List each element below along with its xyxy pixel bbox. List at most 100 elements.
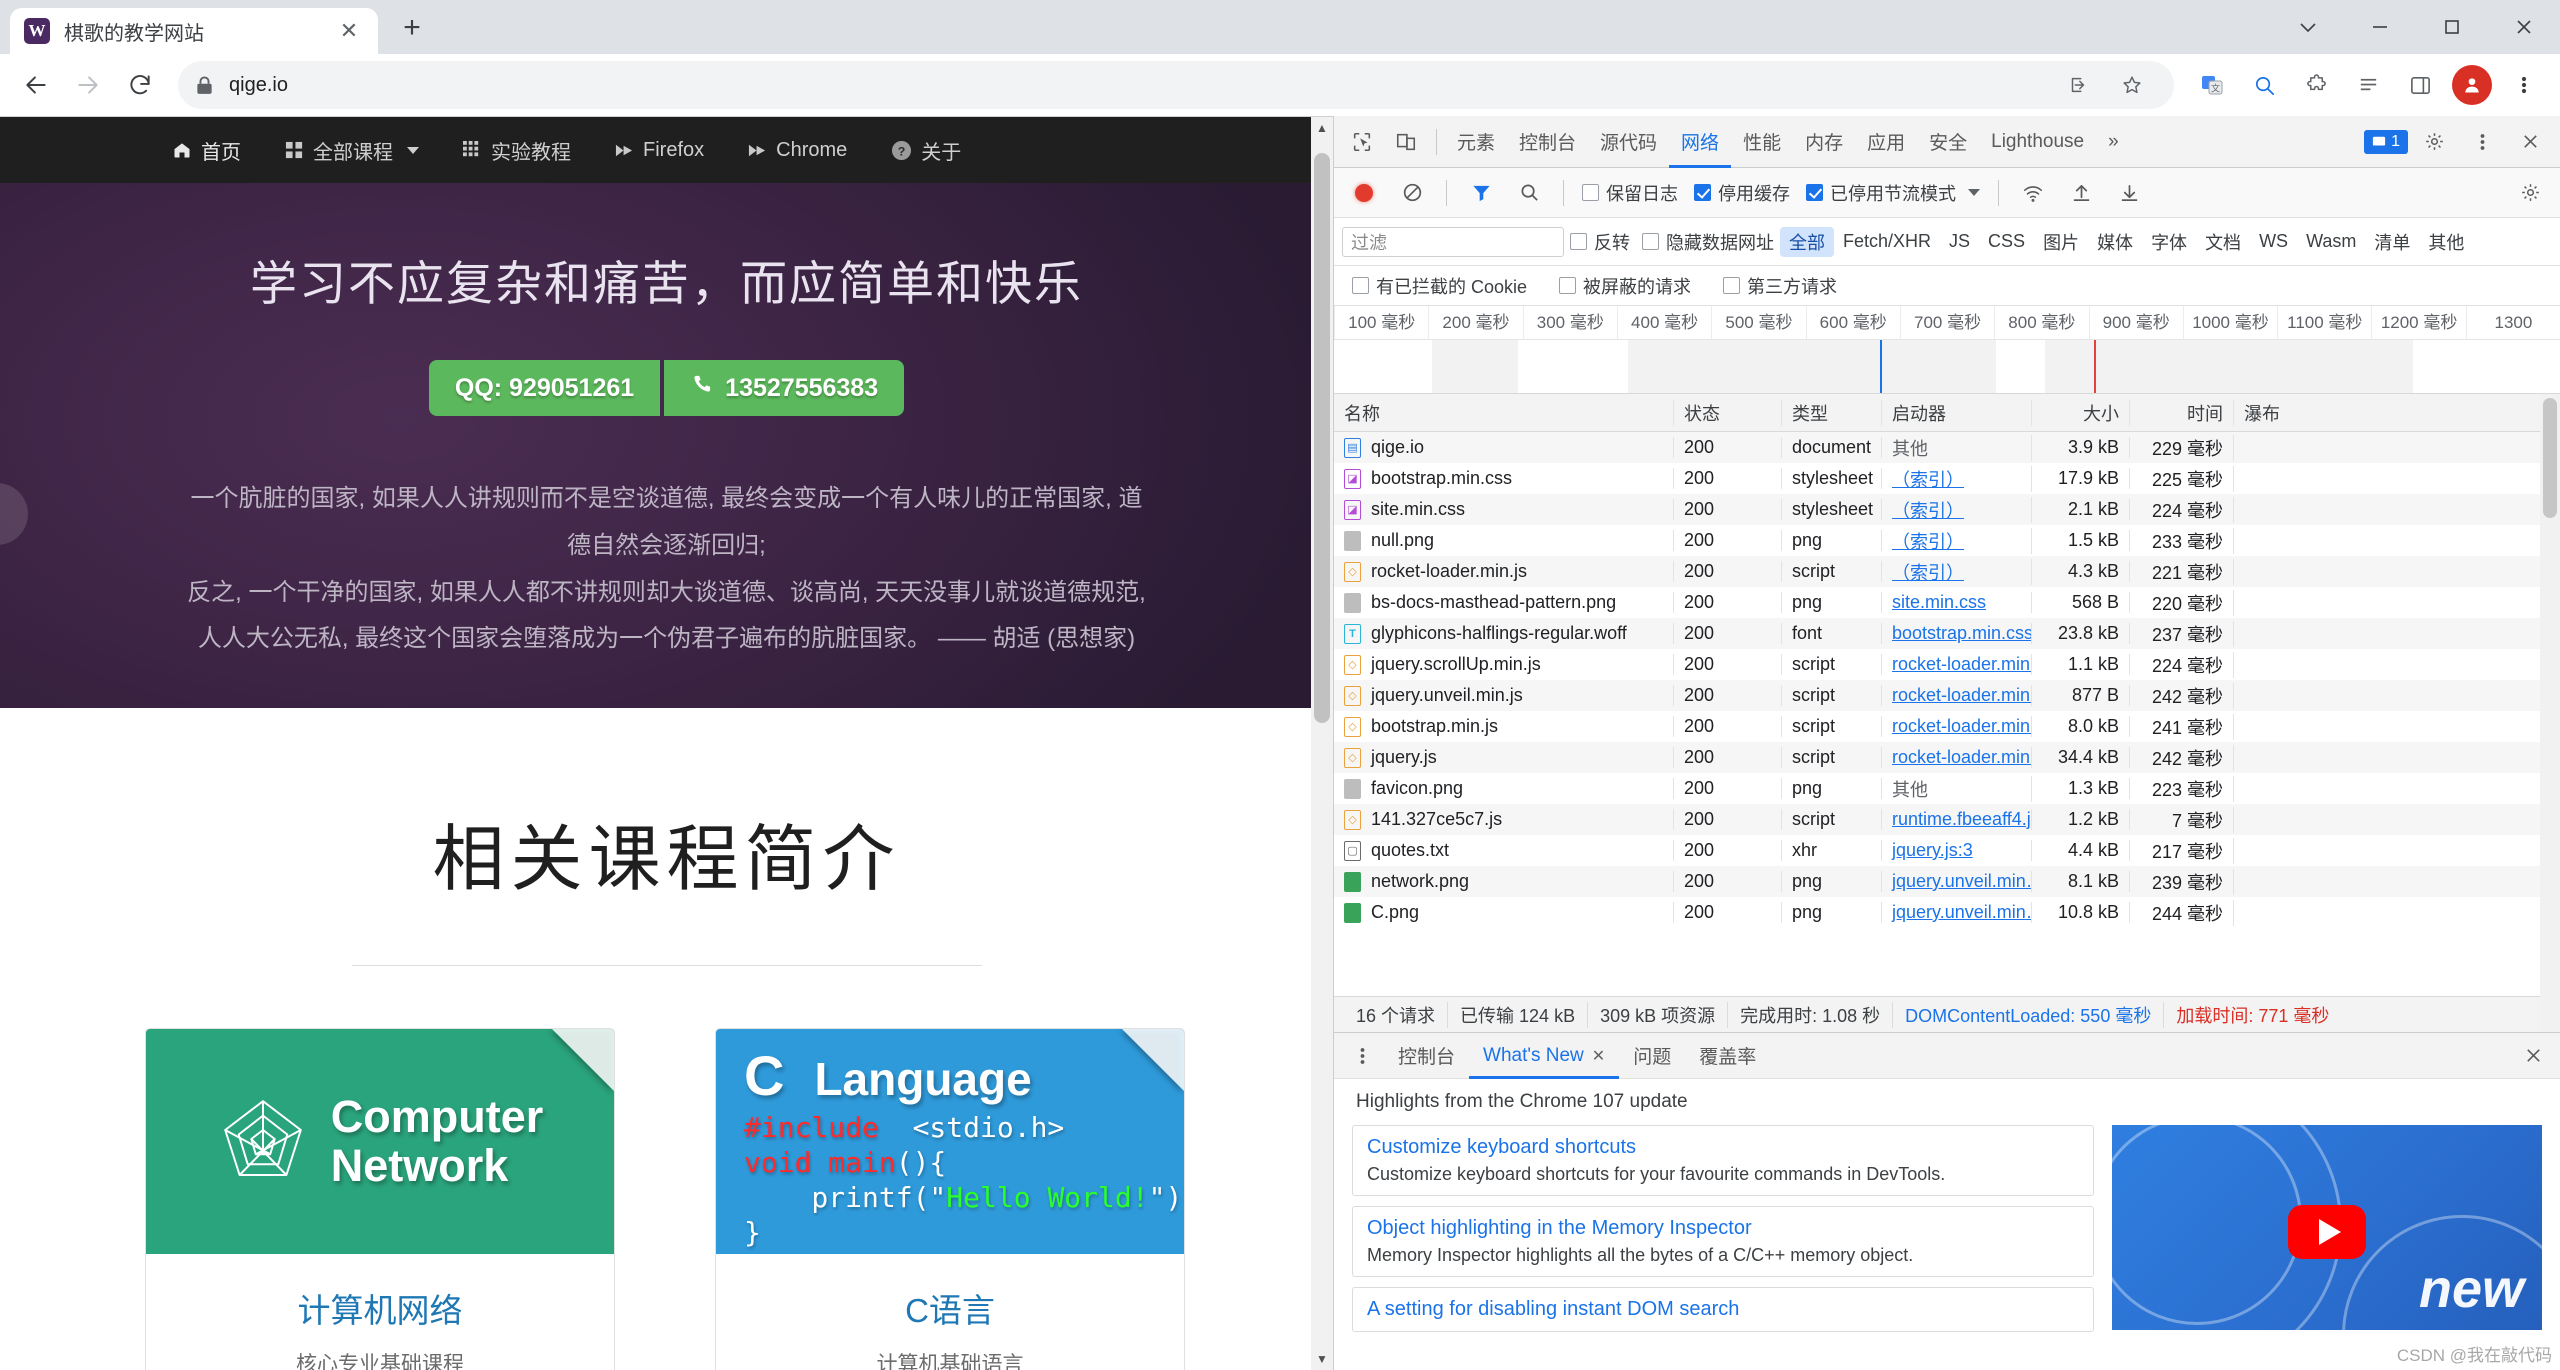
phone-badge[interactable]: 13527556383 [664, 360, 905, 416]
filter-type-ws[interactable]: WS [2250, 227, 2297, 257]
cell-initiator[interactable]: jquery.unveil.min… [1882, 871, 2032, 892]
minimize-button[interactable] [2344, 0, 2416, 54]
kebab-icon[interactable] [1340, 1034, 1384, 1078]
reading-list-icon[interactable] [2344, 61, 2392, 109]
cell-name[interactable]: bs-docs-masthead-pattern.png [1334, 592, 1674, 613]
column-header-initiator[interactable]: 启动器 [1882, 399, 2032, 426]
throttling-select[interactable]: 已停用节流模式 [1800, 180, 1986, 206]
filter-type-wasm[interactable]: Wasm [2297, 227, 2365, 257]
course-card[interactable]: Computer Network 计算机网络 核心专业基础课程 本课程是各专业的… [145, 1028, 615, 1370]
search-icon[interactable] [2240, 61, 2288, 109]
filter-type-manifest[interactable]: 清单 [2365, 227, 2419, 257]
drawer-tab-whats-new[interactable]: What's New ✕ [1469, 1033, 1619, 1079]
column-header-waterfall[interactable]: 瀑布 [2234, 400, 2560, 426]
tab-security[interactable]: 安全 [1917, 116, 1979, 168]
clear-icon[interactable] [1390, 171, 1434, 215]
cell-name[interactable]: ◇ bootstrap.min.js [1334, 716, 1674, 737]
side-panel-icon[interactable] [2396, 61, 2444, 109]
column-header-name[interactable]: 名称 [1334, 399, 1674, 426]
whats-new-video[interactable]: new [2112, 1125, 2542, 1330]
extensions-puzzle-icon[interactable] [2292, 61, 2340, 109]
sidebar-item-home[interactable]: 首页 [150, 117, 263, 183]
cell-initiator[interactable]: rocket-loader.min… [1882, 685, 2032, 706]
tab-overflow-button[interactable]: » [2096, 116, 2131, 168]
close-icon[interactable] [2508, 120, 2552, 164]
cell-initiator[interactable]: （索引） [1882, 496, 2032, 523]
tab-memory[interactable]: 内存 [1793, 116, 1855, 168]
table-row[interactable]: Tglyphicons-halflings-regular.woff 200 fon… [1334, 618, 2560, 649]
page-scrollbar[interactable]: ▲ ▼ [1311, 117, 1333, 1370]
network-overview-timeline[interactable]: 100 毫秒 200 毫秒 300 毫秒 400 毫秒 500 毫秒 600 毫… [1334, 306, 2560, 394]
cell-initiator[interactable]: bootstrap.min.css [1882, 623, 2032, 644]
list-item[interactable]: A setting for disabling instant DOM sear… [1352, 1287, 2094, 1332]
scrollbar-thumb[interactable] [1314, 153, 1330, 723]
course-title[interactable]: C语言 [716, 1284, 1184, 1332]
cell-name[interactable]: network.png [1334, 871, 1674, 892]
course-card[interactable]: C Language #include <stdio.h> void main()… [715, 1028, 1185, 1370]
gear-icon[interactable] [2412, 120, 2456, 164]
list-item[interactable]: Customize keyboard shortcuts Customize ke… [1352, 1125, 2094, 1196]
throttle-icon[interactable] [2011, 171, 2055, 215]
reload-icon[interactable] [116, 61, 164, 109]
nav-item-all-courses[interactable]: 全部课程 [263, 117, 441, 183]
tab-sources[interactable]: 源代码 [1588, 116, 1669, 168]
table-row[interactable]: null.png 200 png （索引） 1.5 kB 233 毫秒 [1334, 525, 2560, 556]
nav-item-about[interactable]: ? 关于 [869, 117, 983, 183]
table-row[interactable]: ◪ site.min.css 200 stylesheet （索引） 2.1 kB 224 … [1334, 494, 2560, 525]
column-header-time[interactable]: 时间 [2130, 399, 2234, 426]
export-icon[interactable] [2107, 171, 2151, 215]
bookmark-star-icon[interactable] [2108, 61, 2156, 109]
tab-application[interactable]: 应用 [1855, 116, 1917, 168]
table-row[interactable]: ◇ jquery.js 200script rocket-loader.min…34.… [1334, 742, 2560, 773]
record-icon[interactable] [1342, 171, 1386, 215]
column-header-size[interactable]: 大小 [2032, 399, 2130, 426]
nav-item-firefox[interactable]: Firefox [593, 117, 726, 183]
address-bar[interactable]: qige.io [178, 61, 2174, 109]
nav-item-chrome[interactable]: Chrome [726, 117, 869, 183]
blocked-requests-checkbox[interactable]: 被屏蔽的请求 [1553, 273, 1697, 299]
share-icon[interactable] [2054, 61, 2102, 109]
scroll-down-arrow-icon[interactable]: ▼ [1311, 1348, 1333, 1370]
invert-filter-checkbox[interactable]: 反转 [1564, 229, 1636, 255]
whats-new-title[interactable]: Customize keyboard shortcuts [1367, 1136, 2079, 1159]
scrollbar-thumb[interactable] [2543, 398, 2557, 518]
chevron-down-icon[interactable] [2272, 0, 2344, 54]
cell-initiator[interactable]: （索引） [1882, 527, 2032, 554]
tab-lighthouse[interactable]: Lighthouse [1979, 116, 2096, 168]
filter-type-all[interactable]: 全部 [1780, 226, 1834, 257]
nav-item-lab-tutorials[interactable]: 实验教程 [441, 117, 593, 183]
cell-name[interactable]: C.png [1334, 902, 1674, 923]
cell-name[interactable]: Tglyphicons-halflings-regular.woff [1334, 623, 1674, 644]
cell-initiator[interactable]: jquery.js:3 [1882, 840, 2032, 861]
table-row[interactable]: ◇ jquery.unveil.min.js 200 script rocket-loa… [1334, 680, 2560, 711]
drawer-close-icon[interactable] [2516, 1034, 2560, 1078]
devtools-settings-gear-icon[interactable] [2508, 171, 2552, 215]
table-row[interactable]: network.png 200 png jquery.unveil.min… 8.1 k… [1334, 866, 2560, 897]
cell-initiator[interactable]: 其他 [1882, 775, 2032, 802]
table-row[interactable]: ◇ 141.327ce5c7.js 200 script runtime.fbeeaff… [1334, 804, 2560, 835]
forward-arrow-icon[interactable] [64, 61, 112, 109]
cell-initiator[interactable]: （索引） [1882, 558, 2032, 585]
list-item[interactable]: Object highlighting in the Memory Inspec… [1352, 1206, 2094, 1277]
table-row[interactable]: favicon.png 200 png 其他 1.3 kB 223 毫秒 [1334, 773, 2560, 804]
drawer-tab-console[interactable]: 控制台 [1384, 1033, 1469, 1079]
search-icon[interactable] [1507, 171, 1551, 215]
filter-type-doc[interactable]: 文档 [2196, 227, 2250, 257]
drawer-tab-coverage[interactable]: 覆盖率 [1685, 1033, 1770, 1079]
cell-name[interactable]: ▢ quotes.txt [1334, 840, 1674, 861]
kebab-icon[interactable] [2460, 120, 2504, 164]
kebab-icon[interactable] [2500, 61, 2548, 109]
avatar[interactable] [2448, 61, 2496, 109]
filter-type-media[interactable]: 媒体 [2088, 227, 2142, 257]
cell-initiator[interactable]: rocket-loader.min… [1882, 654, 2032, 675]
cell-name[interactable]: ◇ jquery.scrollUp.min.js [1334, 654, 1674, 675]
cell-initiator[interactable]: runtime.fbeeaff4.j… [1882, 809, 2032, 830]
cell-name[interactable]: ▤ qige.io [1334, 437, 1674, 458]
preserve-log-checkbox[interactable]: 保留日志 [1576, 180, 1684, 206]
issues-badge[interactable]: 1 [2364, 129, 2408, 154]
table-row[interactable]: bs-docs-masthead-pattern.png 200 png site.m… [1334, 587, 2560, 618]
back-arrow-icon[interactable] [12, 61, 60, 109]
cell-initiator[interactable]: site.min.css [1882, 592, 2032, 613]
third-party-checkbox[interactable]: 第三方请求 [1717, 273, 1843, 299]
filter-type-font[interactable]: 字体 [2142, 227, 2196, 257]
